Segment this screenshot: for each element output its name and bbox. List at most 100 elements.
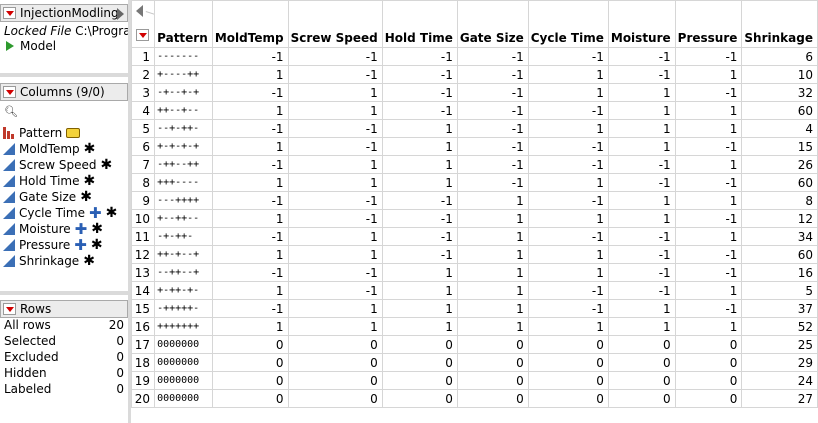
column-item-screw-speed[interactable]: Screw Speed ✱ xyxy=(3,157,112,173)
cell-hold-time[interactable]: 1 xyxy=(381,317,458,336)
cell-pressure[interactable]: 1 xyxy=(674,101,743,120)
cell-shrinkage[interactable]: 4 xyxy=(741,119,818,138)
table-panel-header[interactable]: InjectionModling xyxy=(0,4,128,22)
column-item-pressure[interactable]: Pressure ✚ ✱ xyxy=(3,237,103,253)
cell-gate-size[interactable]: 0 xyxy=(456,335,529,354)
cell-pattern[interactable]: +----++ xyxy=(154,65,213,84)
cell-pressure[interactable]: -1 xyxy=(674,47,743,66)
columns-panel-header[interactable]: Columns (9/0) xyxy=(0,83,128,101)
cell-moisture[interactable]: -1 xyxy=(607,47,676,66)
cell-moldtemp[interactable]: -1 xyxy=(211,83,289,102)
table-row[interactable]: 7 -++--++ -1 1 1 -1 -1 -1 1 26 xyxy=(130,155,818,174)
cell-moisture[interactable]: 0 xyxy=(607,389,676,408)
cell-moisture[interactable]: -1 xyxy=(607,281,676,300)
cell-row-number[interactable]: 1 xyxy=(130,47,156,66)
column-item-moisture[interactable]: Moisture ✚ ✱ xyxy=(3,221,103,237)
cell-gate-size[interactable]: 1 xyxy=(456,263,529,282)
cell-moisture[interactable]: 1 xyxy=(607,119,676,138)
cell-hold-time[interactable]: 1 xyxy=(381,137,458,156)
cell-pattern[interactable]: +-+-+-+ xyxy=(154,137,213,156)
cell-moisture[interactable]: 1 xyxy=(607,191,676,210)
cell-row-number[interactable]: 9 xyxy=(130,191,156,210)
column-item-cycle-time[interactable]: Cycle Time ✚ ✱ xyxy=(3,205,117,221)
cell-shrinkage[interactable]: 24 xyxy=(741,371,818,390)
column-item-moldtemp[interactable]: MoldTemp ✱ xyxy=(3,141,95,157)
cell-pressure[interactable]: 1 xyxy=(674,281,743,300)
cell-pattern[interactable]: +++---- xyxy=(154,173,213,192)
table-row[interactable]: 11 -+-++- -1 1 -1 1 -1 -1 1 34 xyxy=(130,227,818,246)
cell-cycle-time[interactable]: 0 xyxy=(527,335,609,354)
cell-hold-time[interactable]: 1 xyxy=(381,281,458,300)
cell-moisture[interactable]: -1 xyxy=(607,263,676,282)
cell-shrinkage[interactable]: 52 xyxy=(741,317,818,336)
cell-hold-time[interactable]: 1 xyxy=(381,263,458,282)
table-row[interactable]: 10 +--++-- 1 -1 -1 1 1 1 -1 12 xyxy=(130,209,818,228)
table-row[interactable]: 5 --+-++- -1 -1 1 -1 1 1 1 4 xyxy=(130,119,818,138)
table-row[interactable]: 13 --++--+ -1 -1 1 1 1 -1 -1 16 xyxy=(130,263,818,282)
cell-gate-size[interactable]: -1 xyxy=(456,155,529,174)
cell-pressure[interactable]: 1 xyxy=(674,155,743,174)
cell-shrinkage[interactable]: 60 xyxy=(741,245,818,264)
cell-hold-time[interactable]: 1 xyxy=(381,119,458,138)
cell-moldtemp[interactable]: 1 xyxy=(211,173,289,192)
cell-moldtemp[interactable]: 1 xyxy=(211,65,289,84)
table-row[interactable]: 16 +++++++ 1 1 1 1 1 1 1 52 xyxy=(130,317,818,336)
column-search[interactable]: 🔍︎ xyxy=(4,105,18,118)
cell-pressure[interactable]: 0 xyxy=(674,353,743,372)
table-row[interactable]: 18 0000000 0 0 0 0 0 0 0 29 xyxy=(130,353,818,372)
cell-screw-speed[interactable]: -1 xyxy=(287,263,383,282)
columns-red-triangle-icon[interactable] xyxy=(3,86,16,98)
cell-moldtemp[interactable]: 1 xyxy=(211,281,289,300)
cell-pattern[interactable]: --++--+ xyxy=(154,263,213,282)
cell-hold-time[interactable]: 0 xyxy=(381,353,458,372)
cell-row-number[interactable]: 4 xyxy=(130,101,156,120)
cell-pattern[interactable]: -+-++- xyxy=(154,227,213,246)
cell-cycle-time[interactable]: 1 xyxy=(527,83,609,102)
cell-pattern[interactable]: -++--++ xyxy=(154,155,213,174)
column-header-shrinkage[interactable]: Shrinkage xyxy=(741,0,818,48)
expand-panel-icon[interactable] xyxy=(117,8,124,20)
cell-screw-speed[interactable]: -1 xyxy=(287,191,383,210)
cell-pressure[interactable]: 1 xyxy=(674,65,743,84)
cell-cycle-time[interactable]: -1 xyxy=(527,299,609,318)
cell-moisture[interactable]: -1 xyxy=(607,227,676,246)
cell-gate-size[interactable]: 0 xyxy=(456,389,529,408)
cell-screw-speed[interactable]: -1 xyxy=(287,47,383,66)
cell-shrinkage[interactable]: 60 xyxy=(741,173,818,192)
column-header-cycle-time[interactable]: Cycle Time xyxy=(527,0,609,48)
cell-hold-time[interactable]: 0 xyxy=(381,389,458,408)
cell-hold-time[interactable]: 0 xyxy=(381,335,458,354)
cell-cycle-time[interactable]: -1 xyxy=(527,155,609,174)
cell-moisture[interactable]: -1 xyxy=(607,173,676,192)
cell-pressure[interactable]: -1 xyxy=(674,137,743,156)
cell-hold-time[interactable]: -1 xyxy=(381,191,458,210)
cell-screw-speed[interactable]: 0 xyxy=(287,335,383,354)
table-row[interactable]: 12 ++-+--+ 1 1 -1 1 1 -1 -1 60 xyxy=(130,245,818,264)
cell-moldtemp[interactable]: -1 xyxy=(211,263,289,282)
cell-pattern[interactable]: ++--+-- xyxy=(154,101,213,120)
cell-screw-speed[interactable]: 1 xyxy=(287,227,383,246)
cell-moisture[interactable]: 1 xyxy=(607,101,676,120)
model-script[interactable]: Model xyxy=(4,39,56,53)
cell-hold-time[interactable]: -1 xyxy=(381,65,458,84)
column-item-hold-time[interactable]: Hold Time ✱ xyxy=(3,173,95,189)
cell-gate-size[interactable]: -1 xyxy=(456,83,529,102)
cell-screw-speed[interactable]: -1 xyxy=(287,209,383,228)
cell-moldtemp[interactable]: 0 xyxy=(211,371,289,390)
cell-moldtemp[interactable]: 1 xyxy=(211,317,289,336)
rows-panel-header[interactable]: Rows xyxy=(0,300,128,318)
column-header-moisture[interactable]: Moisture xyxy=(607,0,676,48)
corner-collapse-icon[interactable] xyxy=(136,5,143,17)
cell-screw-speed[interactable]: 1 xyxy=(287,83,383,102)
cell-cycle-time[interactable]: 0 xyxy=(527,353,609,372)
cell-pressure[interactable]: -1 xyxy=(674,245,743,264)
cell-pressure[interactable]: 0 xyxy=(674,335,743,354)
cell-pressure[interactable]: -1 xyxy=(674,299,743,318)
column-header-hold-time[interactable]: Hold Time xyxy=(381,0,458,48)
cell-cycle-time[interactable]: 1 xyxy=(527,245,609,264)
cell-pressure[interactable]: -1 xyxy=(674,173,743,192)
cell-gate-size[interactable]: -1 xyxy=(456,119,529,138)
cell-hold-time[interactable]: -1 xyxy=(381,209,458,228)
cell-moldtemp[interactable]: -1 xyxy=(211,299,289,318)
cell-screw-speed[interactable]: -1 xyxy=(287,137,383,156)
